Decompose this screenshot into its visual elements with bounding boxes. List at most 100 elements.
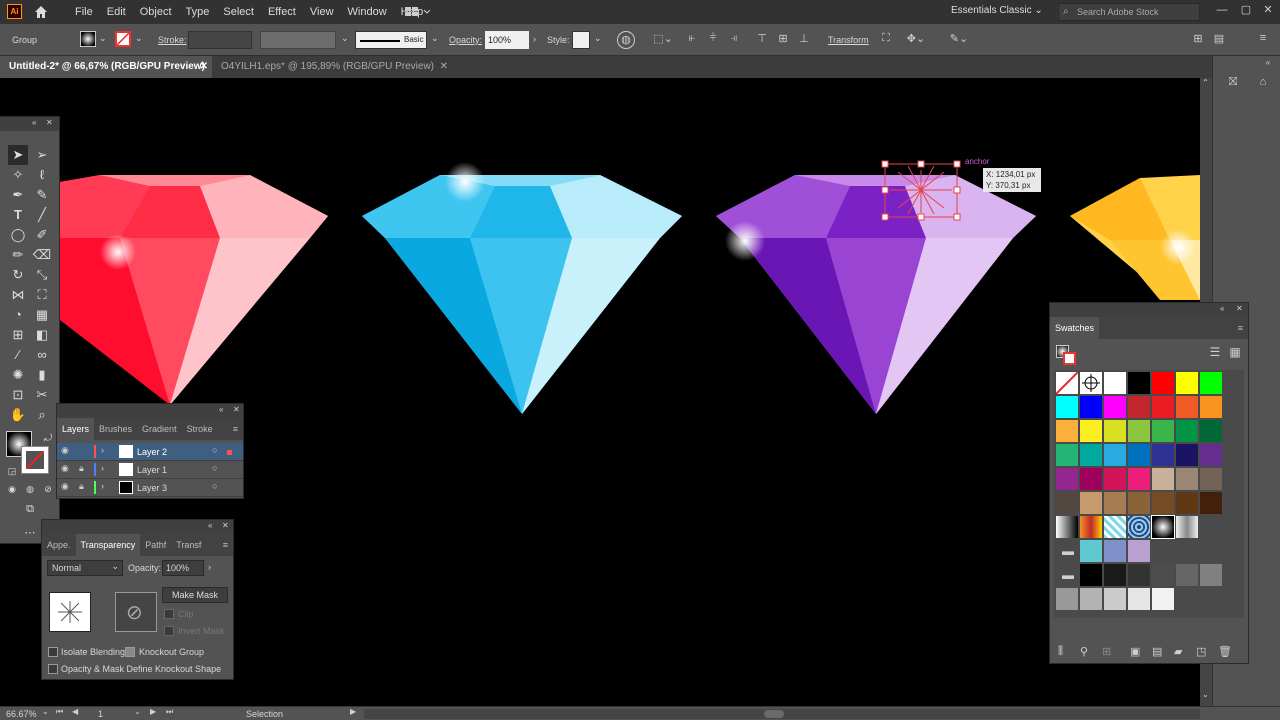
chevron-down-icon[interactable]: ⌄ [42, 707, 49, 716]
color-swatch[interactable] [1104, 468, 1126, 490]
gradient-swatch[interactable] [1176, 516, 1198, 538]
expand-arrow-icon[interactable]: › [101, 481, 104, 491]
properties-icon[interactable]: ▤ [1212, 32, 1226, 45]
color-swatch[interactable] [1200, 396, 1222, 418]
artwork-thumbnail[interactable] [49, 592, 91, 632]
color-swatch[interactable] [1080, 468, 1102, 490]
chevron-down-icon[interactable]: ⌄ [135, 33, 143, 44]
expand-arrow-icon[interactable]: › [101, 463, 104, 473]
close-button[interactable]: ✕ [1258, 3, 1278, 16]
swap-fill-stroke-icon[interactable]: ⤾ [38, 429, 58, 449]
selection-tool-icon[interactable]: ➤ [8, 145, 28, 165]
scroll-thumb[interactable] [764, 710, 784, 718]
menu-effect[interactable]: Effect [261, 6, 303, 18]
menu-file[interactable]: File [68, 6, 100, 18]
color-swatch[interactable] [1176, 420, 1198, 442]
chevron-right-icon[interactable]: › [533, 34, 536, 44]
menu-select[interactable]: Select [216, 6, 261, 18]
ellipse-tool-icon[interactable]: ◯ [8, 225, 28, 245]
new-color-group-icon[interactable]: ▰ [1174, 645, 1182, 658]
isolate-blending-checkbox[interactable] [48, 647, 58, 657]
color-swatch[interactable] [1176, 564, 1198, 586]
mesh-tool-icon[interactable]: ⊞ [8, 325, 28, 345]
color-swatch[interactable] [1152, 396, 1174, 418]
chevron-right-icon[interactable]: › [208, 562, 211, 572]
close-icon[interactable]: ✕ [222, 521, 229, 530]
fill-swatch[interactable] [80, 31, 96, 47]
target-circle-icon[interactable]: ○ [212, 445, 217, 455]
align-left-icon[interactable]: ⫦ [685, 32, 699, 45]
color-swatch[interactable] [1056, 468, 1078, 490]
transparency-panel-header[interactable]: « ✕ [42, 520, 233, 534]
list-view-icon[interactable]: ☰ [1208, 345, 1222, 359]
stroke-weight-field[interactable] [188, 31, 252, 49]
collapse-icon[interactable]: « [219, 405, 223, 414]
curvature-tool-icon[interactable]: ✎ [32, 185, 52, 205]
color-swatch[interactable] [1200, 492, 1222, 514]
align-to-icon[interactable]: ⬚⌄ [651, 32, 675, 45]
menu-window[interactable]: Window [341, 6, 394, 18]
color-swatch[interactable] [1056, 588, 1078, 610]
previous-artboard-icon[interactable]: ◀ [72, 707, 78, 716]
color-swatch[interactable] [1152, 492, 1174, 514]
color-swatch[interactable] [1056, 420, 1078, 442]
zoom-tool-icon[interactable]: ⌕ [32, 405, 52, 425]
close-tab-icon[interactable]: ✕ [440, 56, 448, 78]
align-right-icon[interactable]: ⫣ [727, 32, 741, 45]
slice-tool-icon[interactable]: ✂ [32, 385, 52, 405]
color-mode-icon[interactable]: ◉ [2, 479, 22, 499]
mask-thumbnail[interactable]: ⊘ [115, 592, 157, 632]
recolor-artwork-icon[interactable]: ◍ [617, 31, 635, 49]
layer-name[interactable]: Layer 1 [137, 465, 167, 475]
align-hcenter-icon[interactable]: ⫩ [706, 32, 720, 45]
color-swatch[interactable] [1104, 444, 1126, 466]
image-trace-icon[interactable]: ⛝ [1223, 76, 1243, 96]
chevron-down-icon[interactable]: ⌄ [341, 33, 349, 44]
tab-appearance[interactable]: Appe. [42, 540, 76, 550]
hand-tool-icon[interactable]: ✋ [8, 405, 28, 425]
color-swatch[interactable] [1128, 468, 1150, 490]
delete-swatch-icon[interactable]: 🗑︎ [1218, 645, 1232, 658]
column-graph-tool-icon[interactable]: ▮ [32, 365, 52, 385]
type-tool-icon[interactable]: T [8, 205, 28, 225]
color-swatch[interactable] [1104, 492, 1126, 514]
panel-menu-icon[interactable]: ≡ [228, 424, 243, 434]
align-vcenter-icon[interactable]: ⊞ [776, 32, 790, 45]
chevron-down-icon[interactable]: ⌄ [134, 707, 141, 716]
first-artboard-icon[interactable]: ⏮ [56, 707, 63, 717]
arrange-panels-icon[interactable]: ⊞ [1191, 32, 1205, 45]
target-circle-icon[interactable]: ○ [212, 481, 217, 491]
close-tab-icon[interactable]: ✕ [200, 56, 208, 78]
opacity-input[interactable]: 100% [162, 560, 204, 576]
chevron-down-icon[interactable]: ⌄ [594, 33, 602, 44]
swatch-none[interactable] [1055, 371, 1079, 395]
lock-icon[interactable]: 🔒︎ [79, 481, 84, 492]
color-swatch[interactable] [1080, 444, 1102, 466]
gradient-swatch[interactable] [1080, 516, 1102, 538]
collapse-icon[interactable]: « [208, 521, 212, 530]
variable-width-profile[interactable] [260, 31, 336, 49]
color-swatch[interactable] [1080, 564, 1102, 586]
workspace-switcher[interactable]: Essentials Classic ⌄ [951, 5, 1043, 16]
none-mode-icon[interactable]: ⊘ [38, 479, 58, 499]
tab-gradient[interactable]: Gradient [137, 424, 182, 434]
color-swatch[interactable] [1080, 420, 1102, 442]
graphic-style-swatch[interactable] [572, 31, 590, 49]
visibility-eye-icon[interactable]: ◉ [61, 481, 69, 492]
gradient-tool-icon[interactable]: ◧ [32, 325, 52, 345]
menu-view[interactable]: View [303, 6, 341, 18]
pattern-swatch[interactable] [1128, 516, 1150, 538]
rotate-tool-icon[interactable]: ↻ [8, 265, 28, 285]
stroke-color-box[interactable] [21, 446, 49, 474]
color-swatch[interactable] [1152, 588, 1174, 610]
red-diamond[interactable] [60, 175, 328, 405]
magic-wand-tool-icon[interactable]: ✧ [8, 165, 28, 185]
minimize-button[interactable]: — [1212, 4, 1232, 16]
clip-checkbox[interactable] [164, 609, 174, 619]
perspective-grid-tool-icon[interactable]: ▦ [32, 305, 52, 325]
eyedropper-tool-icon[interactable]: ⁄ [8, 345, 28, 365]
layer-row[interactable]: ◉ 🔒︎ › Layer 1 ○ [57, 461, 243, 479]
scale-tool-icon[interactable]: ⤡ [32, 265, 52, 285]
artboard-number[interactable]: 1 [98, 709, 103, 719]
direct-selection-tool-icon[interactable]: ➢ [32, 145, 52, 165]
